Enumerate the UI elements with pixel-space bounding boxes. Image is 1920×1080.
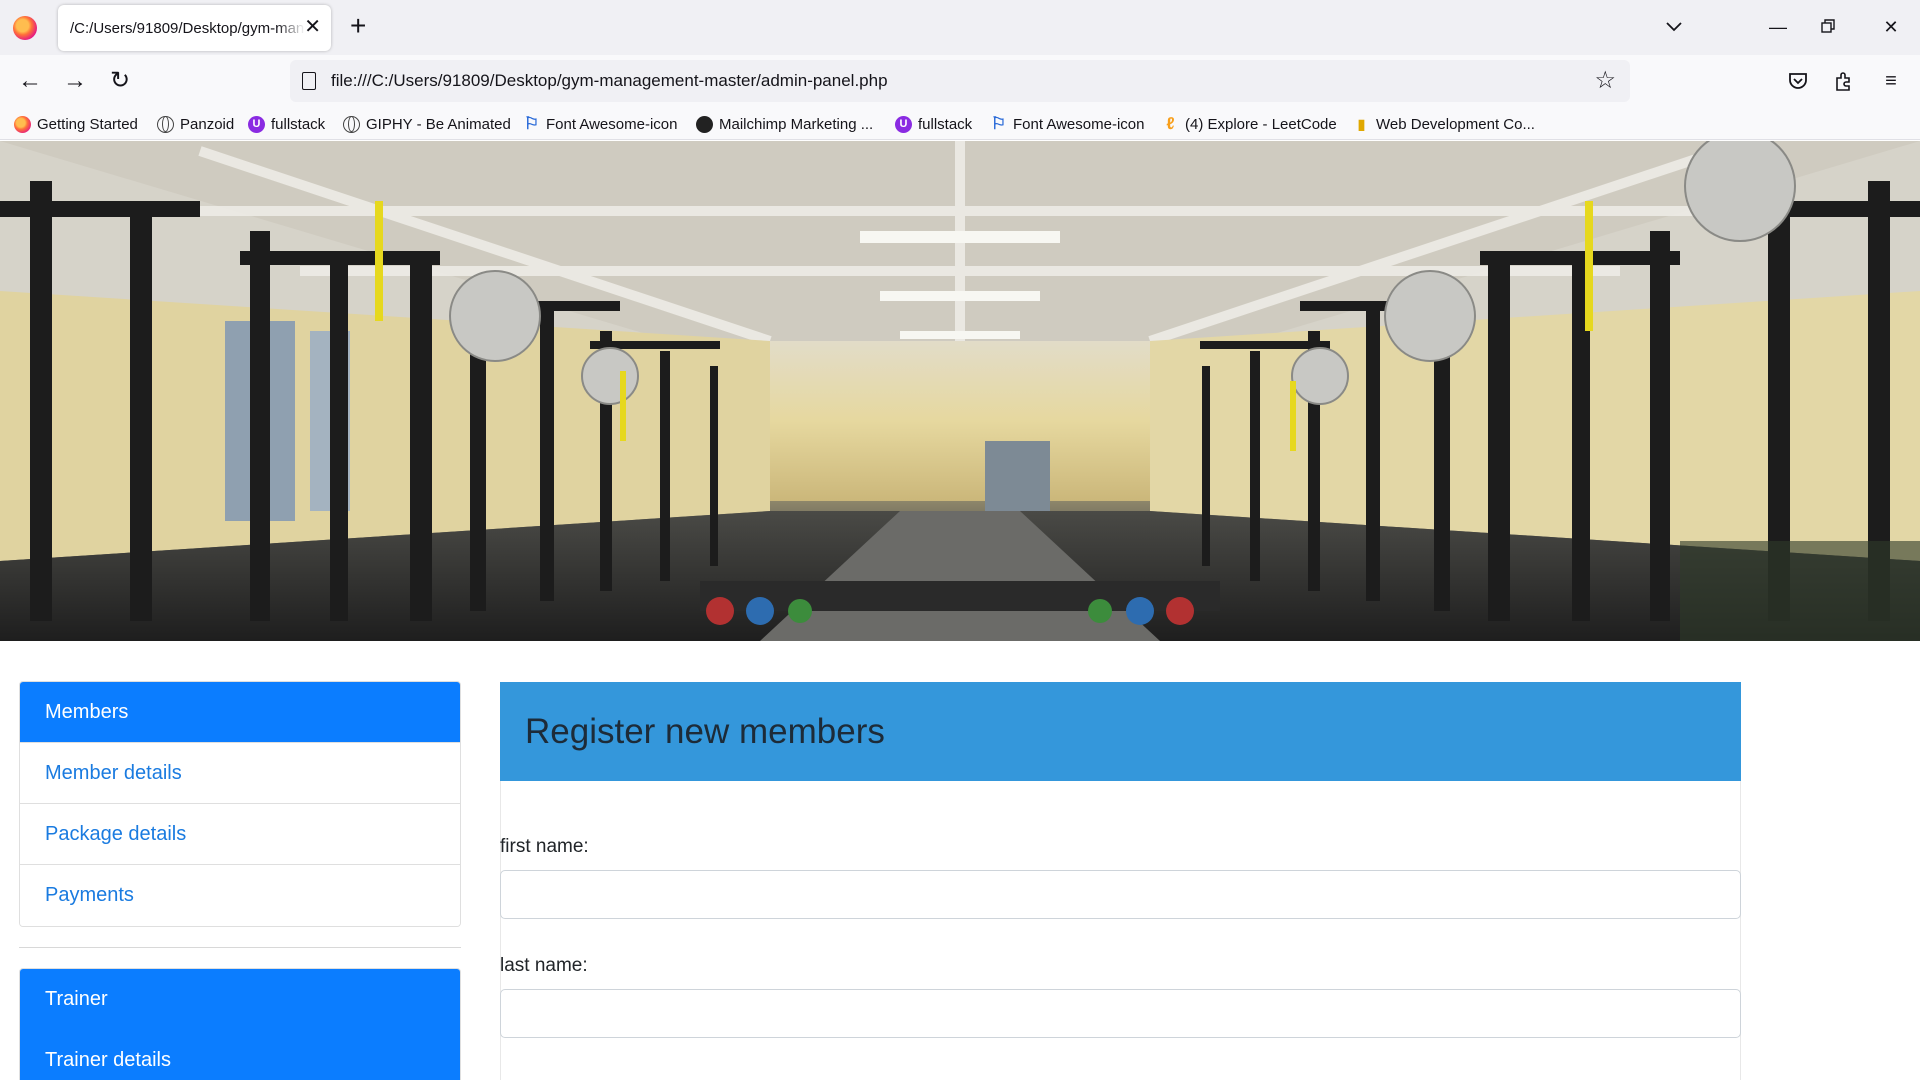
sidebar-item-member-details[interactable]: Member details: [20, 743, 460, 804]
register-panel: Register new members first name: last na…: [500, 682, 1741, 1080]
bookmark-item[interactable]: U fullstack: [248, 113, 325, 135]
browser-tab-bar: /C:/Users/91809/Desktop/gym-management-m…: [0, 0, 1920, 55]
bookmark-item[interactable]: ⚐ Font Awesome-icon: [523, 113, 678, 135]
bookmark-item[interactable]: GIPHY - Be Animated: [343, 113, 511, 135]
page-title: Register new members: [525, 711, 885, 751]
bookmark-item[interactable]: Mailchimp Marketing ...: [696, 113, 873, 135]
sidebar-header-trainer[interactable]: Trainer: [20, 969, 460, 1030]
sidebar-divider: [19, 947, 461, 948]
bookmark-label: Panzoid: [180, 115, 235, 133]
bookmark-item[interactable]: Getting Started: [14, 113, 138, 135]
first-name-label: first name:: [500, 836, 589, 857]
members-menu: Members Member details Package details P…: [19, 681, 461, 927]
bookmark-label: Getting Started: [37, 115, 138, 133]
bookmark-label: Font Awesome-icon: [546, 115, 678, 133]
bookmark-item[interactable]: ▮ Web Development Co...: [1353, 113, 1535, 135]
first-name-input[interactable]: [500, 870, 1741, 919]
back-arrow-icon[interactable]: ←: [14, 65, 46, 97]
last-name-label: last name:: [500, 955, 588, 976]
trainer-menu: Trainer Trainer details: [19, 968, 461, 1080]
pocket-icon[interactable]: [1786, 69, 1810, 93]
restore-icon[interactable]: [1820, 18, 1836, 34]
webdev-icon: ▮: [1357, 115, 1366, 132]
fullstack-icon: U: [248, 115, 265, 133]
leetcode-icon: ℓ: [1166, 114, 1175, 133]
panel-header: Register new members: [500, 682, 1741, 781]
globe-icon: [157, 115, 174, 133]
page-icon: [302, 72, 316, 90]
address-bar[interactable]: file:///C:/Users/91809/Desktop/gym-manag…: [290, 60, 1630, 102]
bookmark-label: fullstack: [918, 115, 973, 133]
flag-icon: ⚐: [523, 114, 540, 133]
bookmark-label: Web Development Co...: [1376, 115, 1535, 133]
bookmark-label: Font Awesome-icon: [1013, 115, 1145, 133]
menu-icon[interactable]: ≡: [1877, 67, 1905, 95]
window-close-icon[interactable]: ✕: [1876, 12, 1906, 42]
close-icon[interactable]: ✕: [304, 16, 321, 38]
sidebar-item-package-details[interactable]: Package details: [20, 804, 460, 865]
bookmarks-toolbar: Getting Started Panzoid U fullstack GIPH…: [0, 107, 1920, 140]
bookmark-label: Mailchimp Marketing ...: [719, 115, 874, 133]
reload-icon[interactable]: ↻: [104, 65, 136, 97]
forward-arrow-icon[interactable]: →: [59, 65, 91, 97]
minimize-icon[interactable]: —: [1763, 12, 1793, 42]
browser-tab[interactable]: /C:/Users/91809/Desktop/gym-management-m…: [58, 5, 331, 51]
sidebar-item-payments[interactable]: Payments: [20, 865, 460, 926]
last-name-input[interactable]: [500, 989, 1741, 1038]
gym-illustration: [0, 141, 1920, 641]
extensions-icon[interactable]: [1832, 69, 1856, 93]
firefox-icon: [13, 16, 37, 40]
sidebar: Members Member details Package details P…: [19, 681, 461, 1080]
new-tab-plus-icon[interactable]: +: [350, 11, 366, 41]
bookmark-item[interactable]: ℓ (4) Explore - LeetCode: [1162, 113, 1337, 135]
url-text[interactable]: file:///C:/Users/91809/Desktop/gym-manag…: [331, 71, 888, 91]
bookmark-item[interactable]: Panzoid: [157, 113, 234, 135]
sidebar-header-members[interactable]: Members: [20, 682, 460, 743]
flag-icon: ⚐: [990, 114, 1007, 133]
globe-icon: [343, 115, 360, 133]
chevron-down-icon[interactable]: [1664, 16, 1684, 36]
bookmark-star-icon[interactable]: ☆: [1594, 66, 1616, 96]
bookmark-label: GIPHY - Be Animated: [366, 115, 511, 133]
tab-title: /C:/Users/91809/Desktop/gym-management-m…: [70, 19, 305, 37]
bookmark-label: fullstack: [271, 115, 326, 133]
gym-hero-image: [0, 141, 1920, 641]
mailchimp-icon: [696, 115, 713, 133]
fullstack-icon: U: [895, 115, 912, 133]
browser-nav-bar: ← → ↻ file:///C:/Users/91809/Desktop/gym…: [0, 55, 1920, 107]
sidebar-item-trainer-details[interactable]: Trainer details: [20, 1030, 460, 1080]
bookmark-item[interactable]: ⚐ Font Awesome-icon: [990, 113, 1145, 135]
bookmark-label: (4) Explore - LeetCode: [1185, 115, 1337, 133]
bookmark-item[interactable]: U fullstack: [895, 113, 972, 135]
firefox-icon: [14, 115, 31, 133]
